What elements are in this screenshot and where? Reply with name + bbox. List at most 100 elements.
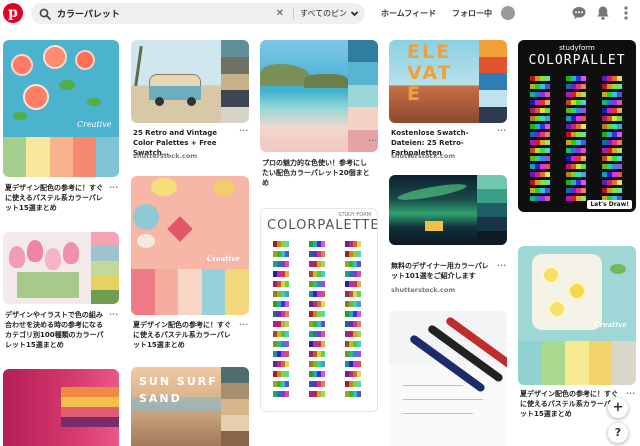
- more-options-icon[interactable]: ···: [497, 126, 506, 135]
- more-options-icon[interactable]: ···: [109, 183, 118, 192]
- palette-cell: [285, 321, 289, 327]
- pin-image[interactable]: [260, 40, 378, 152]
- pin-caption[interactable]: 夏デザイン配色の参考に！すぐに使えるパステル系カラーパレット15選まとめ: [5, 183, 105, 213]
- pin-card[interactable]: [3, 369, 119, 446]
- more-options-icon[interactable]: ···: [626, 389, 635, 398]
- palette-cell: [285, 381, 289, 387]
- top-bar: p カラーパレット ✕ すべてのピン ホームフィード フォロー中: [0, 0, 640, 28]
- pin-card[interactable]: ELEVATE Kostenlose Swatch-Dateien: 25 Re…: [389, 40, 507, 164]
- pin-image[interactable]: [389, 175, 507, 245]
- pin-image[interactable]: SUN SURF SAND: [131, 367, 249, 446]
- pin-card[interactable]: STUDY FORM COLORPALETTE: [260, 208, 378, 412]
- swatch: [26, 137, 50, 177]
- palette-cell: [581, 172, 586, 177]
- palette-cell: [545, 148, 550, 153]
- palette-cell: [285, 351, 289, 357]
- chevron-down-icon: [350, 11, 359, 17]
- pin-image[interactable]: Creative: [131, 176, 249, 315]
- pin-card[interactable]: プロの魅力的な色使い！参考にしたい配色カラーパレット20個まとめ ···: [260, 40, 378, 192]
- pin-image[interactable]: Creative: [518, 246, 636, 385]
- pin-source[interactable]: shutterstock.com: [391, 152, 455, 160]
- pin-image[interactable]: [3, 369, 119, 446]
- swatch: [477, 217, 507, 231]
- pin-card[interactable]: デザインやイラストで色の組み合わせを決める時の参考になるカテゴリ別100種類のカ…: [3, 232, 119, 357]
- palette-cell: [321, 291, 325, 297]
- pin-image[interactable]: [3, 232, 119, 304]
- palette-cell: [617, 132, 622, 137]
- search-input[interactable]: カラーパレット: [57, 7, 273, 20]
- palette-cell: [581, 132, 586, 137]
- swatch: [221, 57, 249, 74]
- pin-image[interactable]: [131, 40, 249, 123]
- more-options-icon[interactable]: ···: [368, 136, 377, 145]
- messages-icon[interactable]: [571, 5, 587, 21]
- pin-image[interactable]: studyform COLORPALLET Let's Draw!: [518, 40, 636, 212]
- swatch: [221, 399, 249, 415]
- swatch: [221, 367, 249, 383]
- palette-cell: [285, 391, 289, 397]
- palette-cell: [581, 124, 586, 129]
- pin-image[interactable]: ELEVATE: [389, 40, 507, 123]
- pin-source[interactable]: shutterstock.com: [133, 152, 197, 160]
- pin-card[interactable]: Creative 夏デザイン配色の参考に！すぐに使えるパステル系カラーパレット1…: [131, 176, 249, 356]
- palette-cell: [581, 100, 586, 105]
- pin-caption[interactable]: デザインやイラストで色の組み合わせを決める時の参考になるカテゴリ別100種類のカ…: [5, 310, 105, 350]
- avatar[interactable]: [501, 6, 515, 20]
- swatch: [221, 383, 249, 399]
- watermark-text: Creative: [207, 254, 240, 263]
- palette-cell: [357, 341, 361, 347]
- pin-card[interactable]: studyform COLORPALLET Let's Draw!: [518, 40, 636, 212]
- watermark-text: Creative: [594, 320, 627, 329]
- pin-card[interactable]: 無料のデザイナー用カラーパレット101選をご紹介します shutterstock…: [389, 175, 507, 299]
- pin-source[interactable]: shutterstock.com: [391, 286, 455, 294]
- pin-caption[interactable]: 夏デザイン配色の参考に！すぐに使えるパステル系カラーパレット15選まとめ: [133, 320, 233, 350]
- pin-card[interactable]: Creative 夏デザイン配色の参考に！すぐに使えるパステル系カラーパレット1…: [518, 246, 636, 419]
- palette-cell: [357, 351, 361, 357]
- pin-card[interactable]: [389, 311, 507, 446]
- palette-cell: [321, 261, 325, 267]
- more-options-icon[interactable]: ···: [239, 126, 248, 135]
- pin-image[interactable]: STUDY FORM COLORPALETTE: [260, 208, 378, 412]
- pin-caption[interactable]: プロの魅力的な色使い！参考にしたい配色カラーパレット20個まとめ: [262, 158, 370, 188]
- swatch: [91, 232, 119, 246]
- palette-cell: [581, 92, 586, 97]
- pinterest-logo-icon[interactable]: p: [3, 3, 23, 23]
- palette-cell: [357, 281, 361, 287]
- swatch: [221, 90, 249, 107]
- pin-caption[interactable]: 無料のデザイナー用カラーパレット101選をご紹介します: [391, 261, 491, 281]
- palette-cell: [321, 351, 325, 357]
- palette-cell: [357, 321, 361, 327]
- palette-cell: [617, 156, 622, 161]
- close-icon[interactable]: ✕: [273, 8, 287, 19]
- palette-cell: [321, 371, 325, 377]
- pin-image[interactable]: Creative: [3, 40, 119, 177]
- palette-cell: [285, 301, 289, 307]
- pin-card[interactable]: Creative 夏デザイン配色の参考に！すぐに使えるパステル系カラーパレット1…: [3, 40, 119, 213]
- more-options-icon[interactable]: ···: [109, 310, 118, 319]
- palette-cell: [357, 291, 361, 297]
- swatch: [348, 62, 378, 85]
- more-options-icon[interactable]: [618, 5, 634, 21]
- chart-title: COLORPALLET: [528, 53, 626, 68]
- palette-cell: [321, 321, 325, 327]
- pin-caption[interactable]: 夏デザイン配色の参考に！すぐに使えるパステル系カラーパレット15選まとめ: [520, 389, 620, 419]
- swatch: [221, 107, 249, 123]
- notifications-icon[interactable]: [595, 5, 611, 21]
- scope-dropdown[interactable]: すべてのピン: [300, 8, 359, 19]
- swatch: [477, 203, 507, 217]
- palette-cell: [545, 172, 550, 177]
- nav-home-feed[interactable]: ホームフィード: [381, 8, 436, 19]
- help-button[interactable]: ?: [608, 423, 628, 443]
- pin-card[interactable]: 25 Retro and Vintage Color Palettes + Fr…: [131, 40, 249, 162]
- nav-following[interactable]: フォロー中: [452, 8, 492, 19]
- search-bar[interactable]: カラーパレット ✕ すべてのピン: [31, 3, 365, 24]
- pin-image[interactable]: [389, 311, 507, 446]
- add-button[interactable]: +: [608, 398, 628, 418]
- palette-cell: [617, 116, 622, 121]
- palette-cell: [581, 116, 586, 121]
- more-options-icon[interactable]: ···: [239, 320, 248, 329]
- pin-card[interactable]: SUN SURF SAND: [131, 367, 249, 446]
- swatch: [518, 341, 542, 385]
- more-options-icon[interactable]: ···: [497, 261, 506, 270]
- palette-cell: [581, 180, 586, 185]
